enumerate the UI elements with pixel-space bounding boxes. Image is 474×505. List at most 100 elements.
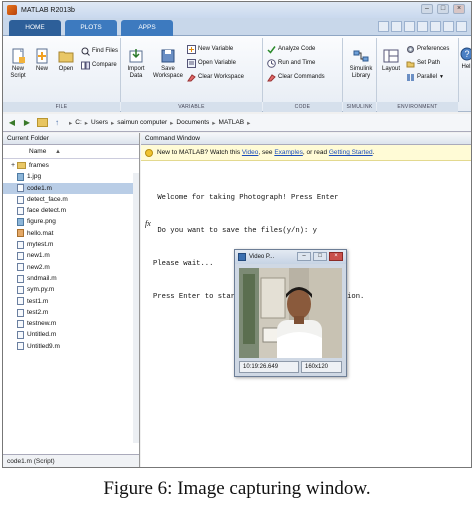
breadcrumb-separator: ▸ <box>84 119 89 127</box>
file-row[interactable]: Untitled9.m <box>3 341 139 352</box>
command-window-header: Command Window <box>141 133 471 145</box>
maximize-button[interactable]: □ <box>437 4 449 14</box>
file-row[interactable]: testnew.m <box>3 318 139 329</box>
m-file-icon <box>17 240 24 249</box>
video-close-button[interactable]: × <box>329 252 343 261</box>
open-variable-icon <box>187 59 196 68</box>
examples-link[interactable]: Examples <box>274 149 303 156</box>
code-group: Analyze Code Run and Time Clear Commands… <box>263 38 343 112</box>
browse-folder-icon[interactable] <box>37 118 48 127</box>
command-prompt[interactable]: fx <box>145 219 151 228</box>
file-row[interactable]: code1.m <box>3 182 139 194</box>
breadcrumb-item[interactable]: MATLAB <box>219 119 245 126</box>
m-file-icon <box>17 274 24 283</box>
file-row[interactable]: hello.mat <box>3 228 139 239</box>
preferences-button[interactable]: Preferences <box>406 44 449 55</box>
video-maximize-button[interactable]: □ <box>313 252 327 261</box>
open-variable-button[interactable]: Open Variable <box>187 58 236 69</box>
video-minimize-button[interactable]: – <box>297 252 311 261</box>
file-row[interactable]: Untitled.m <box>3 329 139 340</box>
file-group: New Script New Open Find Files Compare F… <box>3 38 121 112</box>
file-row[interactable]: sym.py.m <box>3 284 139 295</box>
clear-commands-icon <box>267 74 276 82</box>
parallel-button[interactable]: Parallel ▼ <box>406 72 444 83</box>
video-link[interactable]: Video <box>242 149 259 156</box>
file-row[interactable]: new1.m <box>3 250 139 261</box>
back-arrow-icon[interactable]: ◀ <box>6 117 18 129</box>
new-icon <box>36 48 48 64</box>
simulink-group: Simulink Library SIMULINK <box>343 38 377 112</box>
find-files-label: Find Files <box>92 48 119 54</box>
breadcrumb-item[interactable]: Documents <box>176 119 209 126</box>
compare-button[interactable]: Compare <box>81 60 117 71</box>
file-row[interactable]: test1.m <box>3 296 139 307</box>
up-folder-icon[interactable]: ↑ <box>51 117 63 129</box>
folder-icon <box>17 162 26 170</box>
m-file-icon <box>17 285 24 294</box>
file-row[interactable]: mytest.m <box>3 239 139 250</box>
video-resolution: 160x120 <box>301 361 342 373</box>
video-preview-window[interactable]: Video P... – □ × 10:19:26.649 160x120 <box>234 249 347 377</box>
file-name: code1.m <box>27 184 52 192</box>
layout-button[interactable]: Layout <box>378 42 404 73</box>
quick-redo-icon[interactable] <box>443 21 454 32</box>
breadcrumb-item[interactable]: saimun computer <box>117 119 167 126</box>
window-title: MATLAB R2013b <box>21 6 75 14</box>
layout-label: Layout <box>381 66 400 72</box>
file-list-scrollbar[interactable] <box>133 173 139 443</box>
simulink-label-1: Simulink <box>349 66 373 72</box>
m-file-icon <box>17 308 24 317</box>
breadcrumb-item[interactable]: C: <box>75 119 82 126</box>
file-row[interactable]: sndmail.m <box>3 273 139 284</box>
parallel-icon <box>407 74 414 81</box>
quick-undo-icon[interactable] <box>430 21 441 32</box>
open-button[interactable]: Open <box>53 42 79 73</box>
minimize-button[interactable]: – <box>421 4 433 14</box>
file-name: hello.mat <box>27 229 54 237</box>
run-and-time-button[interactable]: Run and Time <box>267 58 315 69</box>
getting-started-link[interactable]: Getting Started <box>329 149 373 156</box>
quick-paste-icon[interactable] <box>417 21 428 32</box>
environment-group: Layout Preferences Set Path Parallel ▼ E… <box>377 38 459 112</box>
save-workspace-button[interactable]: Save Workspace <box>153 42 183 80</box>
set-path-button[interactable]: Set Path <box>406 58 440 69</box>
quick-save-icon[interactable] <box>378 21 389 32</box>
simulink-library-button[interactable]: Simulink Library <box>346 42 376 80</box>
analyze-code-button[interactable]: Analyze Code <box>267 44 315 55</box>
new-button[interactable]: New <box>29 42 55 73</box>
file-name: new2.m <box>27 263 50 271</box>
file-row[interactable]: detect_face.m <box>3 194 139 205</box>
new-script-button[interactable]: New Script <box>5 42 31 80</box>
new-variable-button[interactable]: New Variable <box>187 44 233 55</box>
quick-help-icon[interactable] <box>456 21 467 32</box>
file-row[interactable]: face detect.m <box>3 205 139 216</box>
tab-apps[interactable]: APPS <box>121 20 173 36</box>
video-preview-titlebar[interactable]: Video P... – □ × <box>235 250 346 264</box>
ribbon-tabs: HOME PLOTS APPS <box>3 18 471 36</box>
import-data-button[interactable]: Import Data <box>123 42 149 80</box>
quick-cut-icon[interactable] <box>391 21 402 32</box>
quick-copy-icon[interactable] <box>404 21 415 32</box>
file-row[interactable]: test2.m <box>3 307 139 318</box>
getting-started-notice: New to MATLAB? Watch this Video, see Exa… <box>141 145 471 161</box>
save-workspace-icon <box>161 49 175 63</box>
new-script-icon <box>12 48 25 64</box>
tab-home[interactable]: HOME <box>9 20 61 36</box>
close-button[interactable]: × <box>453 4 465 14</box>
clear-workspace-button[interactable]: Clear Workspace <box>187 72 244 83</box>
clear-commands-button[interactable]: Clear Commands <box>267 72 325 83</box>
forward-arrow-icon[interactable]: ▶ <box>21 117 33 129</box>
name-column-header[interactable]: Name ▲ <box>3 145 139 159</box>
tab-plots[interactable]: PLOTS <box>65 20 117 36</box>
file-row[interactable]: 1.jpg <box>3 171 139 182</box>
find-files-button[interactable]: Find Files <box>81 46 118 57</box>
new-script-label-1: New <box>11 66 24 72</box>
variable-group: Import Data Save Workspace New Variable … <box>121 38 263 112</box>
m-file-icon <box>17 342 24 351</box>
m-file-icon <box>17 319 24 328</box>
breadcrumb-item[interactable]: Users <box>91 119 108 126</box>
help-button[interactable]: ? Hel <box>459 40 471 71</box>
file-row[interactable]: new2.m <box>3 262 139 273</box>
file-row[interactable]: figure.png <box>3 216 139 227</box>
folder-row[interactable]: + frames <box>3 160 139 171</box>
